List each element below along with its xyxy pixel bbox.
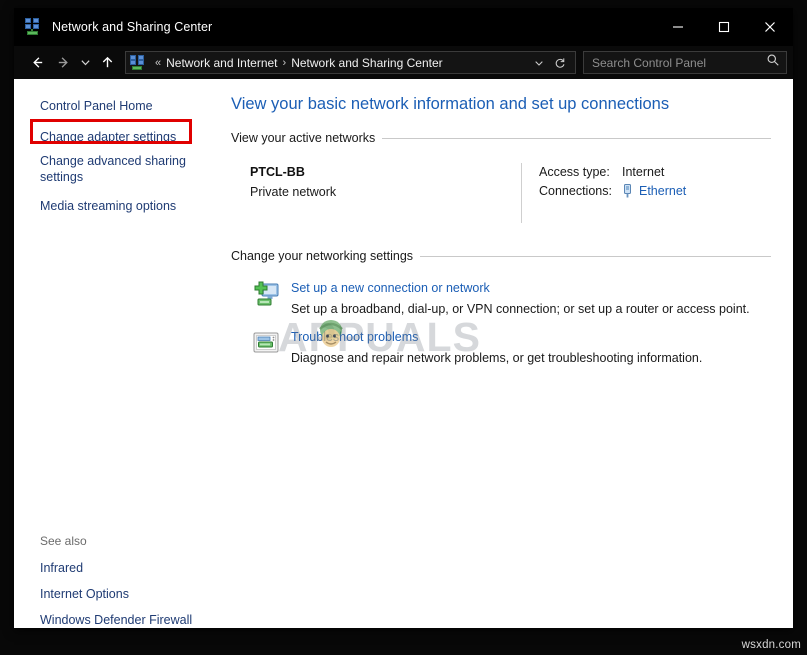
breadcrumb-separator: › bbox=[282, 56, 287, 69]
refresh-icon[interactable] bbox=[549, 57, 571, 69]
networking-settings-block: Change your networking settings Set up a… bbox=[231, 249, 771, 367]
minimize-icon[interactable] bbox=[655, 8, 701, 46]
setting-text-new-connection: Set up a new connection or network Set u… bbox=[291, 279, 771, 318]
breadcrumb-item-network-and-internet[interactable]: Network and Internet bbox=[166, 56, 277, 70]
chevron-down-icon[interactable] bbox=[76, 50, 94, 76]
sidebar: Control Panel Home Change adapter settin… bbox=[14, 79, 220, 628]
ethernet-plug-icon bbox=[622, 184, 633, 199]
back-arrow-icon[interactable] bbox=[24, 50, 50, 76]
site-watermark-text: wsxdn.com bbox=[741, 639, 801, 651]
new-connection-icon bbox=[250, 279, 282, 311]
networking-settings-heading-label: Change your networking settings bbox=[231, 249, 414, 263]
access-type-label: Access type: bbox=[539, 165, 610, 179]
access-type-value: Internet bbox=[622, 165, 665, 179]
active-networks-heading-label: View your active networks bbox=[231, 131, 376, 145]
setting-text-troubleshoot: Troubleshoot problems Diagnose and repai… bbox=[291, 328, 771, 367]
search-input[interactable] bbox=[592, 55, 766, 70]
close-icon[interactable] bbox=[747, 8, 793, 46]
detail-row-connections: Connections: Ethernet bbox=[539, 182, 771, 201]
active-networks-heading: View your active networks bbox=[231, 131, 771, 145]
screen-root: Network and Sharing Center « Network and… bbox=[0, 0, 807, 655]
sidebar-item-change-advanced-sharing-settings[interactable]: Change advanced sharing settings bbox=[14, 150, 220, 188]
control-panel-window: Network and Sharing Center « Network and… bbox=[14, 8, 793, 628]
networking-settings-heading: Change your networking settings bbox=[231, 249, 771, 263]
setting-item-new-connection[interactable]: Set up a new connection or network Set u… bbox=[231, 269, 771, 318]
window-title: Network and Sharing Center bbox=[52, 20, 213, 34]
section-divider bbox=[382, 137, 771, 139]
link-set-up-new-connection[interactable]: Set up a new connection or network bbox=[291, 280, 771, 297]
search-icon[interactable] bbox=[766, 53, 780, 72]
sidebar-item-control-panel-home[interactable]: Control Panel Home bbox=[14, 95, 220, 117]
connections-value-ethernet-link[interactable]: Ethernet bbox=[639, 182, 686, 201]
window-body: Control Panel Home Change adapter settin… bbox=[14, 79, 793, 628]
see-also-item-internet-options[interactable]: Internet Options bbox=[14, 581, 220, 607]
title-bar: Network and Sharing Center bbox=[14, 8, 793, 46]
see-also-section: See also Infrared Internet Options Windo… bbox=[14, 534, 220, 628]
see-also-item-windows-defender-firewall[interactable]: Windows Defender Firewall bbox=[14, 607, 220, 628]
forward-arrow-icon[interactable] bbox=[50, 50, 76, 76]
network-type: Private network bbox=[250, 185, 337, 199]
maximize-icon[interactable] bbox=[701, 8, 747, 46]
window-controls bbox=[655, 8, 793, 46]
content-pane: View your basic network information and … bbox=[220, 79, 793, 628]
network-sharing-center-icon bbox=[130, 54, 146, 71]
detail-row-access-type: Access type: Internet bbox=[539, 163, 771, 182]
sidebar-item-change-adapter-settings[interactable]: Change adapter settings bbox=[14, 126, 220, 148]
desc-set-up-new-connection: Set up a broadband, dial-up, or VPN conn… bbox=[291, 302, 750, 316]
see-also-title: See also bbox=[40, 534, 87, 548]
navigation-bar: « Network and Internet › Network and Sha… bbox=[14, 46, 793, 79]
active-networks-block: PTCL-BB Private network Access type: Int… bbox=[231, 151, 771, 233]
network-name: PTCL-BB bbox=[250, 165, 305, 179]
setting-item-troubleshoot[interactable]: Troubleshoot problems Diagnose and repai… bbox=[231, 318, 771, 367]
desc-troubleshoot-problems: Diagnose and repair network problems, or… bbox=[291, 351, 703, 365]
troubleshoot-icon bbox=[250, 328, 282, 360]
network-identity: PTCL-BB Private network bbox=[231, 163, 521, 223]
section-divider-2 bbox=[420, 255, 771, 257]
search-box[interactable] bbox=[583, 51, 787, 74]
sidebar-item-media-streaming-options[interactable]: Media streaming options bbox=[14, 195, 220, 217]
address-bar[interactable]: « Network and Internet › Network and Sha… bbox=[125, 51, 576, 74]
page-title: View your basic network information and … bbox=[231, 95, 670, 113]
connections-label: Connections: bbox=[539, 184, 612, 198]
up-arrow-icon[interactable] bbox=[94, 50, 120, 76]
breadcrumb-overflow[interactable]: « bbox=[150, 57, 166, 69]
see-also-item-infrared[interactable]: Infrared bbox=[14, 555, 220, 581]
address-dropdown-icon[interactable] bbox=[529, 58, 549, 68]
network-sharing-center-icon bbox=[25, 18, 43, 36]
breadcrumb-item-network-and-sharing-center[interactable]: Network and Sharing Center bbox=[291, 56, 442, 70]
network-details: Access type: Internet Connections: Ether… bbox=[522, 163, 771, 223]
link-troubleshoot-problems[interactable]: Troubleshoot problems bbox=[291, 329, 771, 346]
